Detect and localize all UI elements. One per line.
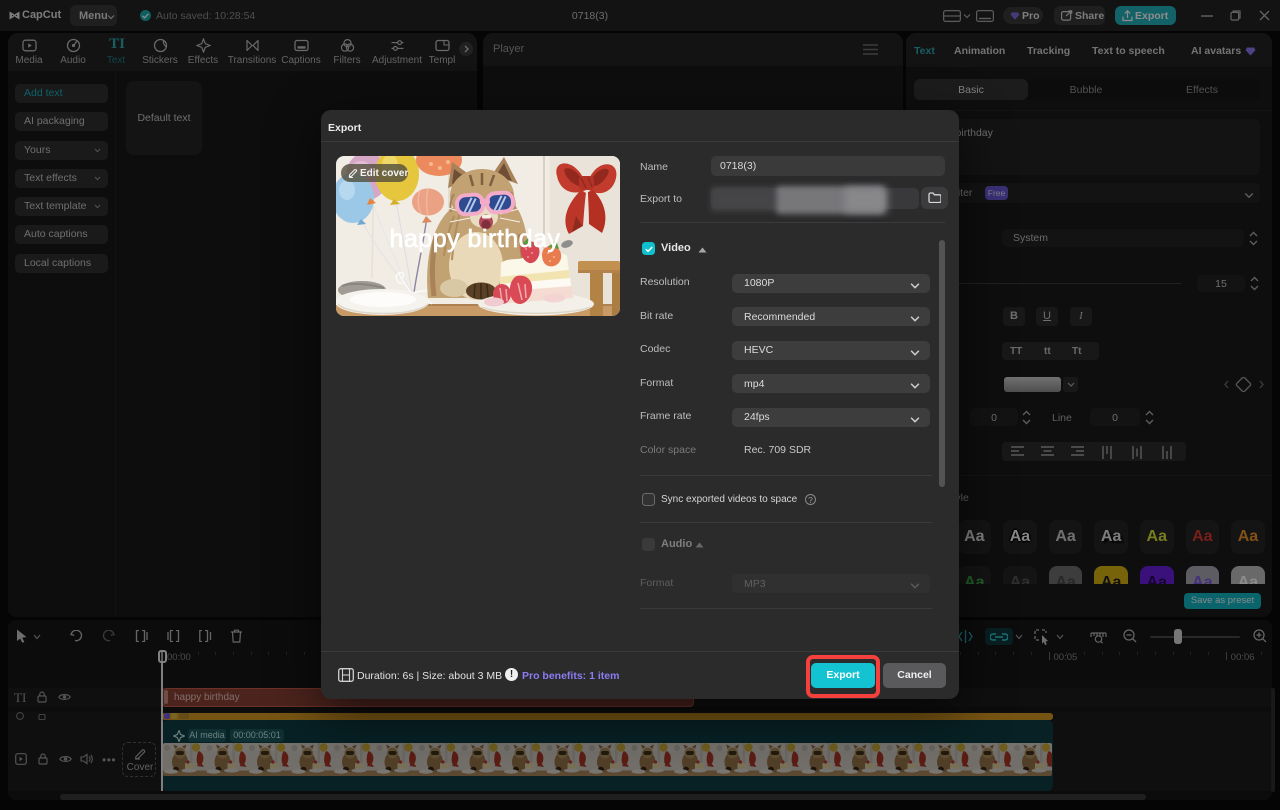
svg-text:happy birthday: happy birthday <box>389 225 560 253</box>
